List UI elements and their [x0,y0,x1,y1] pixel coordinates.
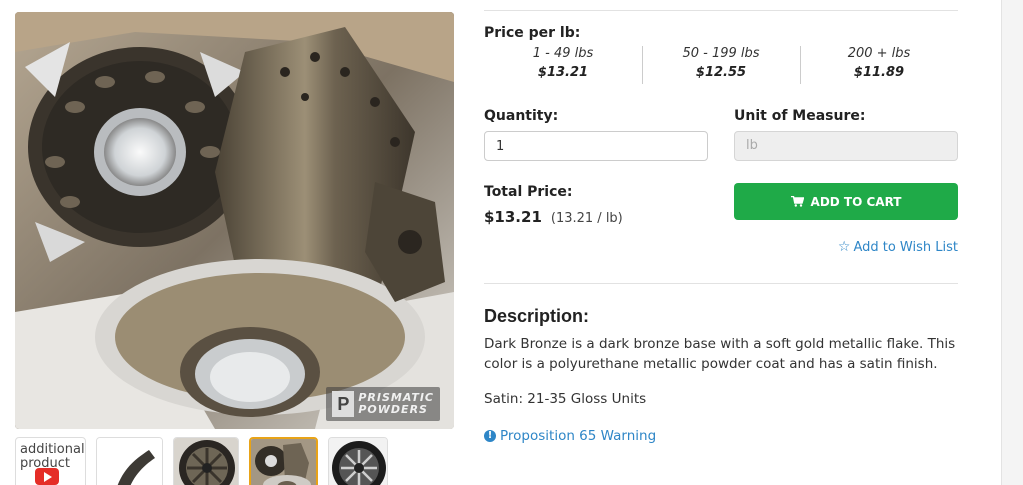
right-gutter [1002,0,1023,485]
star-outline-icon: ☆ [837,239,851,255]
proposition-65-link[interactable]: ! Proposition 65 Warning [484,428,656,444]
price-tiers: 1 - 49 lbs $13.21 50 - 199 lbs $12.55 20… [484,44,958,86]
info-icon: ! [484,430,496,442]
prismatic-logo: P [332,391,355,417]
product-main-image[interactable]: P PRISMATIC POWDERS [15,12,454,429]
thumbnail-swatch[interactable] [96,437,163,485]
thumbnail-wheel-1[interactable] [173,437,239,485]
unit-of-measure-field: lb [734,131,958,161]
bronze-hub-photo [15,12,454,429]
thumbnail-strip: additional product [15,437,388,485]
price-tier-3: 200 + lbs $11.89 [800,44,958,86]
hub-thumbnail-image [251,439,316,485]
price-tier-2: 50 - 199 lbs $12.55 [642,44,800,86]
section-divider [484,283,958,284]
proposition-65-label: Proposition 65 Warning [500,428,657,444]
wheel-thumbnail-image [174,438,238,485]
tier-price: $11.89 [853,65,905,80]
watermark-line-2: POWDERS [358,403,428,416]
description-text: Dark Bronze is a dark bronze base with a… [484,336,956,372]
add-to-cart-button[interactable]: ADD TO CART [734,183,958,220]
top-divider [484,10,958,11]
total-price-detail: (13.21 / lb) [550,211,623,226]
add-to-wish-list-link[interactable]: ☆ Add to Wish List [734,239,958,255]
total-price-value: $13.21 [484,208,542,226]
tier-range: 50 - 199 lbs [682,46,760,61]
price-tier-1: 1 - 49 lbs $13.21 [484,44,642,86]
unit-of-measure-label: Unit of Measure: [734,108,866,124]
thumbnail-alt-text: additional product [20,442,85,471]
add-to-cart-label: ADD TO CART [810,194,902,209]
swatch-thumbnail-image [97,438,162,485]
total-price-label: Total Price: [484,184,573,200]
total-price: $13.21 (13.21 / lb) [484,207,623,226]
tier-range: 1 - 49 lbs [532,46,594,61]
wish-list-label: Add to Wish List [853,240,958,255]
quantity-input[interactable] [484,131,708,161]
price-per-lb-heading: Price per lb: [484,25,581,41]
quantity-label: Quantity: [484,108,559,124]
tier-range: 200 + lbs [847,46,911,61]
description-heading: Description: [484,306,590,326]
tier-price: $12.55 [695,65,747,80]
prismatic-watermark: P PRISMATIC POWDERS [326,387,440,421]
thumbnail-wheel-2[interactable] [328,437,388,485]
gloss-units: Satin: 21-35 Gloss Units [484,391,647,407]
youtube-play-icon [35,468,59,485]
shopping-cart-icon [790,196,804,207]
thumbnail-video[interactable]: additional product [15,437,86,485]
thumbnail-hub-active[interactable] [249,437,318,485]
dark-wheel-thumbnail-image [329,438,387,485]
tier-price: $13.21 [537,65,589,80]
